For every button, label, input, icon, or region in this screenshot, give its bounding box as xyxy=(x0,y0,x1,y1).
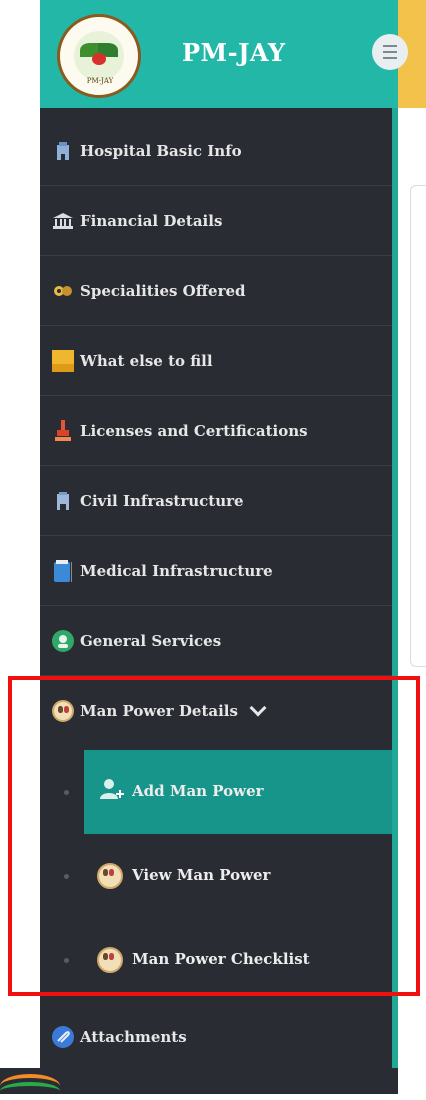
specialities-icon xyxy=(52,280,74,302)
sidebar-item-hospital-basic-info[interactable]: Hospital Basic Info xyxy=(40,116,392,186)
logo-text: PM-JAY xyxy=(86,77,114,85)
content-card xyxy=(410,185,426,667)
logo-heart-icon xyxy=(92,53,106,65)
menu-toggle-button[interactable] xyxy=(372,34,408,70)
sidebar-item-label: Financial Details xyxy=(80,211,223,230)
brand-title[interactable]: PM-JAY xyxy=(182,38,286,67)
hospital-icon xyxy=(52,140,74,162)
sidebar-item-label: What else to fill xyxy=(80,351,213,370)
attachment-icon xyxy=(52,1026,74,1048)
annotation-highlight-box xyxy=(8,676,420,996)
sidebar-item-financial-details[interactable]: Financial Details xyxy=(40,186,392,256)
stamp-icon xyxy=(52,419,74,442)
sidebar-item-label: Specialities Offered xyxy=(80,281,246,300)
sidebar-item-general-services[interactable]: General Services xyxy=(40,606,392,676)
sidebar-item-label: Civil Infrastructure xyxy=(80,491,244,510)
decorative-swoosh-green xyxy=(0,1082,60,1100)
sidebar-item-civil-infrastructure[interactable]: Civil Infrastructure xyxy=(40,466,392,536)
folder-icon xyxy=(52,349,74,372)
sidebar-item-label: General Services xyxy=(80,631,222,650)
sidebar-item-what-else-to-fill[interactable]: What else to fill xyxy=(40,326,392,396)
sidebar-item-label: Attachments xyxy=(80,1028,187,1046)
sidebar-item-specialities-offered[interactable]: Specialities Offered xyxy=(40,256,392,326)
sidebar-item-attachments[interactable]: Attachments xyxy=(40,1002,392,1072)
sidebar-item-label: Medical Infrastructure xyxy=(80,561,273,580)
hamburger-icon xyxy=(383,45,397,59)
medical-icon xyxy=(52,559,74,582)
sidebar-item-label: Hospital Basic Info xyxy=(80,141,242,160)
sidebar-item-medical-infrastructure[interactable]: Medical Infrastructure xyxy=(40,536,392,606)
pmjay-logo[interactable]: PM-JAY xyxy=(57,14,141,98)
sidebar-item-label: Licenses and Certifications xyxy=(80,421,308,440)
bank-icon xyxy=(52,210,74,232)
services-icon xyxy=(52,629,74,652)
sidebar-item-licenses-and-certifications[interactable]: Licenses and Certifications xyxy=(40,396,392,466)
building-icon xyxy=(52,490,74,512)
